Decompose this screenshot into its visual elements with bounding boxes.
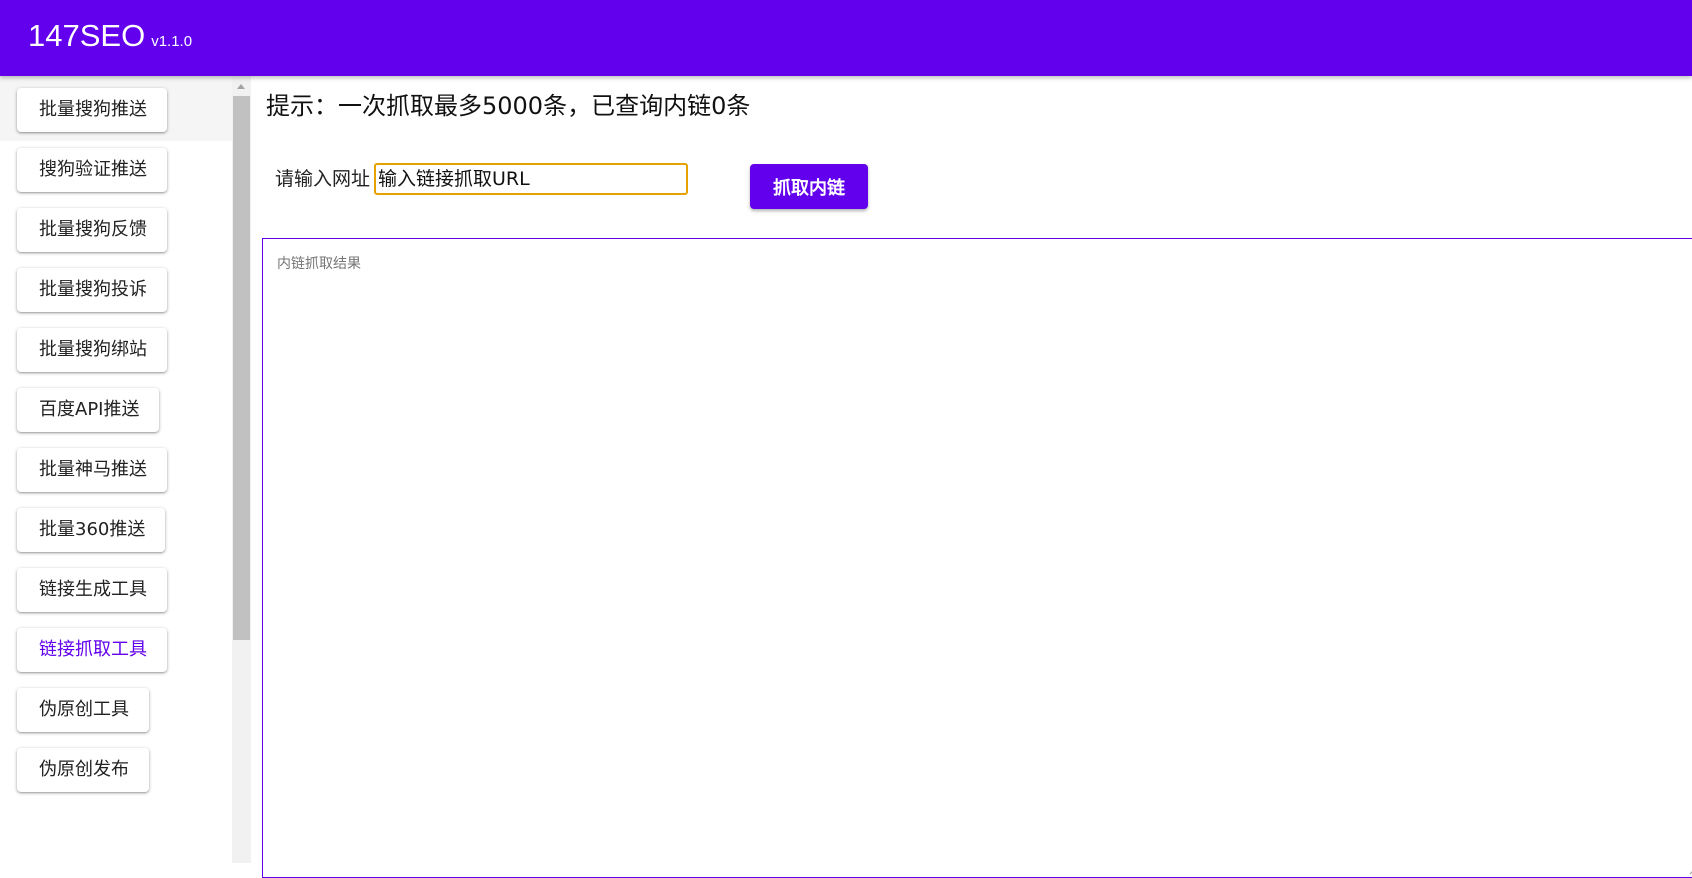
scroll-up-arrow-icon[interactable] [237, 84, 245, 89]
app-version: v1.1.0 [151, 33, 193, 50]
app-title: 147SEO v1.1.0 [28, 18, 192, 60]
sidebar-button-baidu-api-push[interactable]: 百度API推送 [17, 388, 160, 432]
sidebar-item-link-crawler: 链接抓取工具 [0, 616, 232, 681]
app-header: 147SEO v1.1.0 [0, 0, 1692, 76]
hint-text: 提示：一次抓取最多5000条，已查询内链0条 [266, 92, 751, 120]
sidebar-button-link-crawler[interactable]: 链接抓取工具 [17, 628, 167, 672]
sidebar-button-link-generator[interactable]: 链接生成工具 [17, 568, 167, 612]
sidebar-item-sogou-batch-bind: 批量搜狗绑站 [0, 316, 232, 381]
sidebar-button-sogou-batch-feedback[interactable]: 批量搜狗反馈 [17, 208, 167, 252]
url-input[interactable] [374, 163, 688, 195]
sidebar-button-shenma-batch-push[interactable]: 批量神马推送 [17, 448, 167, 492]
sidebar-button-sogou-verify-push[interactable]: 搜狗验证推送 [17, 148, 167, 192]
sidebar-nav: 批量搜狗推送 搜狗验证推送 批量搜狗反馈 批量搜狗投诉 批量搜狗绑站 百度API… [0, 76, 232, 863]
sidebar-item-360-batch-push: 批量360推送 [0, 496, 232, 561]
sidebar-item-pseudo-original-tool: 伪原创工具 [0, 676, 232, 741]
result-textarea[interactable]: 内链抓取结果 [262, 238, 1692, 878]
sidebar-item-sogou-batch-complaint: 批量搜狗投诉 [0, 256, 232, 321]
sidebar-item-baidu-api-push: 百度API推送 [0, 376, 232, 441]
sidebar-item-pseudo-original-publish: 伪原创发布 [0, 736, 232, 801]
sidebar-item-sogou-batch-feedback: 批量搜狗反馈 [0, 196, 232, 261]
main-content: 提示：一次抓取最多5000条，已查询内链0条 请输入网址 抓取内链 内链抓取结果 [251, 76, 1692, 878]
sidebar-item-shenma-batch-push: 批量神马推送 [0, 436, 232, 501]
sidebar-button-sogou-batch-push[interactable]: 批量搜狗推送 [17, 88, 167, 132]
scrollbar-thumb[interactable] [233, 96, 250, 640]
sidebar-item-sogou-batch-push: 批量搜狗推送 [0, 76, 232, 141]
resize-grip-icon[interactable] [1688, 864, 1692, 875]
sidebar-item-link-generator: 链接生成工具 [0, 556, 232, 621]
result-placeholder: 内链抓取结果 [277, 256, 361, 272]
sidebar-button-360-batch-push[interactable]: 批量360推送 [17, 508, 166, 552]
fetch-internal-links-button[interactable]: 抓取内链 [750, 164, 868, 209]
sidebar-button-pseudo-original-tool[interactable]: 伪原创工具 [17, 688, 149, 732]
app-name: 147SEO [28, 18, 146, 53]
sidebar-scrollbar[interactable] [232, 76, 251, 863]
sidebar-button-sogou-batch-complaint[interactable]: 批量搜狗投诉 [17, 268, 167, 312]
sidebar-button-sogou-batch-bind[interactable]: 批量搜狗绑站 [17, 328, 167, 372]
url-label: 请输入网址 [275, 168, 371, 190]
sidebar-button-pseudo-original-publish[interactable]: 伪原创发布 [17, 748, 149, 792]
sidebar-item-sogou-verify-push: 搜狗验证推送 [0, 136, 232, 201]
